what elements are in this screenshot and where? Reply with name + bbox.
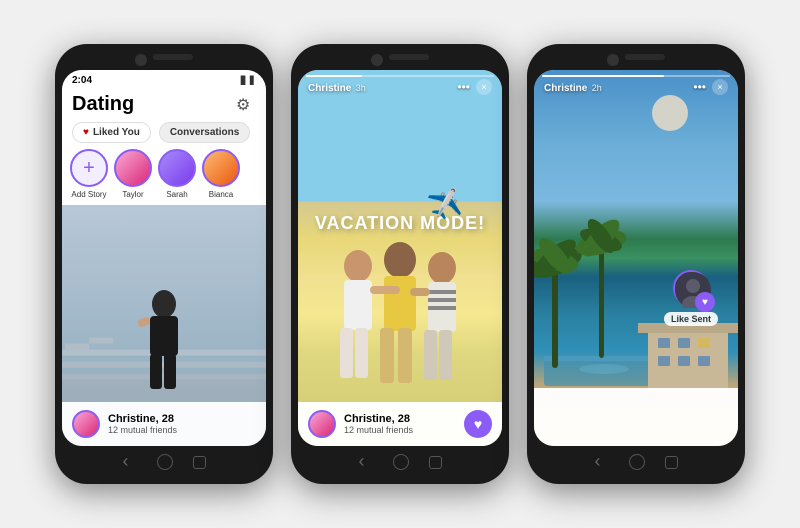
- phone-2-screen: Christine 3h ••• × VACATION MODE! ✈️: [298, 70, 502, 446]
- more-options-icon-3[interactable]: •••: [693, 80, 706, 94]
- app-title: Dating: [72, 93, 134, 116]
- phone-1-top-bar: [62, 54, 266, 66]
- recents-button-2[interactable]: [429, 456, 442, 469]
- palm-trees-svg: [534, 208, 654, 388]
- story-username-3: Christine: [544, 83, 587, 94]
- phone-2: Christine 3h ••• × VACATION MODE! ✈️: [291, 44, 509, 484]
- like-sent-label: Like Sent: [664, 312, 718, 326]
- story-screen: Christine 3h ••• × VACATION MODE! ✈️: [298, 70, 502, 446]
- story-bottom-spacer-3: [534, 388, 738, 446]
- tab-liked-you[interactable]: ♥ Liked You: [72, 122, 151, 143]
- front-camera: [135, 54, 147, 66]
- tab-conversations[interactable]: Conversations: [159, 122, 250, 143]
- app-header: Dating ⚙: [62, 89, 266, 122]
- phone-speaker-2: [389, 54, 429, 60]
- battery-icon: ▋: [250, 76, 256, 85]
- recents-button[interactable]: [193, 456, 206, 469]
- story-profile-info: Christine, 28 12 mutual friends: [344, 413, 413, 435]
- phone-speaker-3: [625, 54, 665, 60]
- profile-card[interactable]: Christine, 28 12 mutual friends: [62, 205, 266, 446]
- profile-person-svg: [128, 286, 200, 406]
- phone-1: 2:04 ▊ ▋ Dating ⚙ ♥ Liked You Conversati…: [55, 44, 273, 484]
- story-close-button[interactable]: ×: [476, 79, 492, 95]
- story-time: 3h: [356, 83, 366, 93]
- stories-row: + Add Story Taylor Sarah Bianca: [62, 149, 266, 205]
- phone-2-top-bar: [298, 54, 502, 66]
- like-sent-heart-icon: ♥: [695, 292, 715, 312]
- more-options-icon[interactable]: •••: [457, 80, 470, 94]
- back-button[interactable]: [123, 455, 137, 469]
- add-story-label: Add Story: [71, 190, 106, 199]
- story-bottom-bar: Christine, 28 12 mutual friends ♥: [298, 402, 502, 446]
- profile-mutual: 12 mutual friends: [108, 425, 177, 435]
- tab-liked-label: Liked You: [93, 127, 140, 138]
- story-label-sarah: Sarah: [166, 190, 187, 199]
- status-time: 2:04: [72, 75, 92, 86]
- story-item-sarah[interactable]: Sarah: [158, 149, 196, 199]
- front-camera-2: [371, 54, 383, 66]
- profile-mini-avatar: [72, 410, 100, 438]
- like-button[interactable]: ♥: [464, 410, 492, 438]
- story-profile-mutual: 12 mutual friends: [344, 425, 413, 435]
- heart-icon: ♥: [83, 127, 89, 138]
- story-time-3: 2h: [592, 83, 602, 93]
- story-label-taylor: Taylor: [122, 190, 143, 199]
- story-avatar-sarah: [158, 149, 196, 187]
- wifi-icon: ▊: [241, 76, 247, 85]
- like-sent-bubble: ♥ Like Sent: [664, 270, 718, 326]
- story-avatar-taylor: [114, 149, 152, 187]
- story-header-right-3: ••• ×: [693, 79, 728, 95]
- status-icons: ▊ ▋: [241, 76, 256, 85]
- tab-conversations-label: Conversations: [170, 127, 239, 138]
- resort-story-screen: Christine 2h ••• ×: [534, 70, 738, 446]
- friends-group-svg: [320, 238, 480, 388]
- profile-info-bar: Christine, 28 12 mutual friends: [62, 402, 266, 446]
- settings-icon[interactable]: ⚙: [236, 95, 256, 115]
- status-bar: 2:04 ▊ ▋: [62, 70, 266, 89]
- story-header: Christine 3h ••• ×: [298, 70, 502, 101]
- profile-name: Christine, 28: [108, 413, 177, 425]
- recents-button-3[interactable]: [665, 456, 678, 469]
- phone-3-top-bar: [534, 54, 738, 66]
- story-item-bianca[interactable]: Bianca: [202, 149, 240, 199]
- home-button[interactable]: [157, 454, 173, 470]
- like-sent-avatar-container: ♥: [673, 270, 709, 306]
- phone-1-bottom-nav: [62, 454, 266, 470]
- story-close-button-3[interactable]: ×: [712, 79, 728, 95]
- story-username: Christine: [308, 83, 351, 94]
- story-header-right: ••• ×: [457, 79, 492, 95]
- story-label-bianca: Bianca: [209, 190, 233, 199]
- back-button-3[interactable]: [595, 455, 609, 469]
- add-story-avatar: +: [70, 149, 108, 187]
- phone-2-bottom-nav: [298, 454, 502, 470]
- profile-name-block: Christine, 28 12 mutual friends: [108, 413, 177, 435]
- phone-3: Christine 2h ••• ×: [527, 44, 745, 484]
- story-profile-avatar: [308, 410, 336, 438]
- dating-app-screen: 2:04 ▊ ▋ Dating ⚙ ♥ Liked You Conversati…: [62, 70, 266, 446]
- story-user-info-3: Christine 2h: [544, 78, 602, 96]
- tab-row: ♥ Liked You Conversations: [62, 122, 266, 149]
- phone-3-screen: Christine 2h ••• ×: [534, 70, 738, 446]
- story-profile-name: Christine, 28: [344, 413, 413, 425]
- phone-3-bottom-nav: [534, 454, 738, 470]
- story-avatar-bianca: [202, 149, 240, 187]
- phone-1-screen: 2:04 ▊ ▋ Dating ⚙ ♥ Liked You Conversati…: [62, 70, 266, 446]
- story-header-3: Christine 2h ••• ×: [534, 70, 738, 101]
- home-button-3[interactable]: [629, 454, 645, 470]
- home-button-2[interactable]: [393, 454, 409, 470]
- add-story-item[interactable]: + Add Story: [70, 149, 108, 199]
- phone-speaker: [153, 54, 193, 60]
- back-button-2[interactable]: [359, 455, 373, 469]
- story-item-taylor[interactable]: Taylor: [114, 149, 152, 199]
- story-user-info: Christine 3h: [308, 78, 366, 96]
- front-camera-3: [607, 54, 619, 66]
